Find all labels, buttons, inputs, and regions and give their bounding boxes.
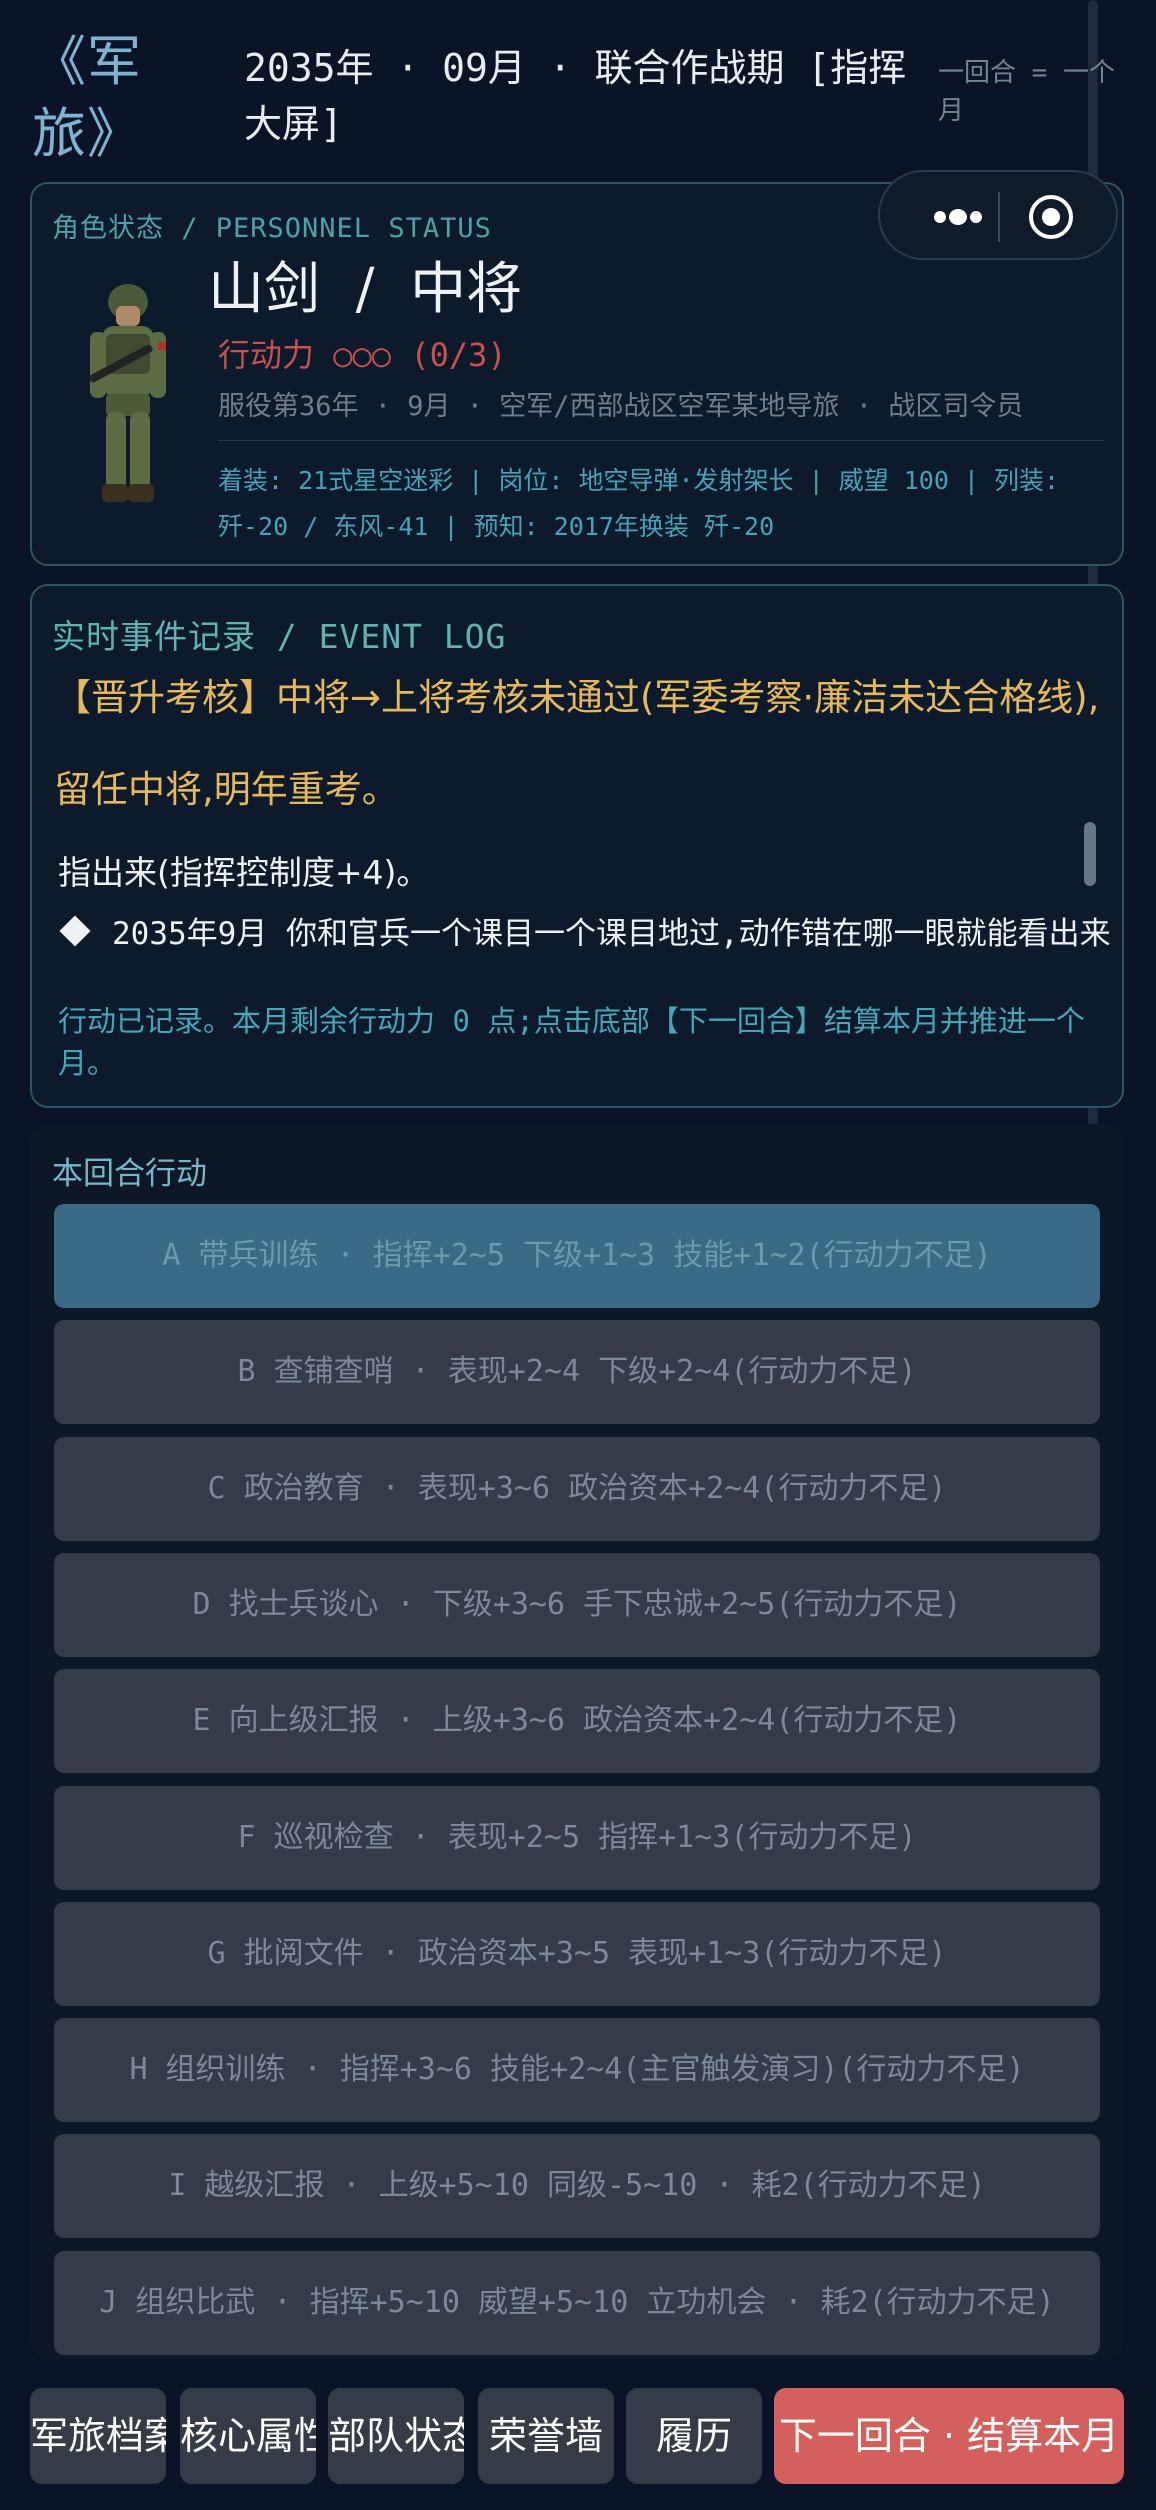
action-points: 行动力 ○○○ (0/3): [218, 336, 507, 374]
tab-core-attributes[interactable]: 核心属性: [180, 2388, 316, 2484]
equipment-info: 着装: 21式星空迷彩 | 岗位: 地空导弹·发射架长 | 威望 100 | 列…: [218, 466, 1060, 541]
action-button[interactable]: H 组织训练 · 指挥+3~6 技能+2~4(主官触发演习)(行动力不足): [54, 2018, 1100, 2123]
player-name-rank: 山剑 / 中将: [208, 257, 523, 322]
action-button[interactable]: B 查铺查哨 · 表现+2~4 下级+2~4(行动力不足): [54, 1320, 1100, 1425]
miniprogram-capsule: [878, 170, 1118, 260]
diamond-bullet-icon: [59, 915, 91, 947]
actions-section-label: 本回合行动: [52, 1156, 207, 1192]
action-button[interactable]: A 带兵训练 · 指挥+2~5 下级+1~3 技能+1~2(行动力不足): [54, 1204, 1100, 1308]
app-title: 《军旅》: [32, 30, 142, 165]
action-button[interactable]: J 组织比武 · 指挥+5~10 威望+5~10 立功机会 · 耗2(行动力不足…: [54, 2250, 1100, 2355]
capsule-separator: [998, 192, 1000, 242]
action-button[interactable]: E 向上级汇报 · 上级+3~6 政治资本+2~4(行动力不足): [54, 1669, 1100, 1774]
status-section-label: 角色状态 / PERSONNEL STATUS: [52, 213, 492, 244]
action-button[interactable]: D 找士兵谈心 · 下级+3~6 手下忠诚+2~5(行动力不足): [54, 1552, 1100, 1657]
tab-archive[interactable]: 军旅档案: [30, 2388, 166, 2484]
event-log-scrollbar[interactable]: [1084, 822, 1096, 886]
service-info: 服役第36年 · 9月 · 空军/西部战区空军某地导旅 · 战区司令员: [218, 391, 1024, 422]
action-button[interactable]: C 政治教育 · 表现+3~6 政治资本+2~4(行动力不足): [54, 1436, 1100, 1541]
date-line: 2035年 · 09月 · 联合作战期 [指挥大屏]: [244, 46, 907, 146]
more-dots-icon[interactable]: [918, 172, 998, 262]
turn-note: 一回合 = 一个月: [938, 58, 1115, 126]
action-button[interactable]: I 越级汇报 · 上级+5~10 同级-5~10 · 耗2(行动力不足): [54, 2134, 1100, 2239]
action-button[interactable]: F 巡视检查 · 表现+2~5 指挥+1~3(行动力不足): [54, 1785, 1100, 1890]
status-divider: [218, 440, 1104, 441]
action-button[interactable]: G 批阅文件 · 政治资本+3~5 表现+1~3(行动力不足): [54, 1901, 1100, 2006]
event-section-label: 实时事件记录 / EVENT LOG: [52, 617, 507, 656]
soldier-avatar: [89, 284, 166, 502]
event-line-text: 2035年9月 你和官兵一个课目一个课目地过,动作错在哪一眼就能看出来: [112, 916, 1111, 952]
event-line: 指出来(指挥控制度+4)。: [58, 853, 430, 892]
tab-unit-status[interactable]: 部队状态: [328, 2388, 464, 2484]
tab-honor-wall[interactable]: 荣誉墙: [478, 2388, 614, 2484]
event-main-text: 【晋升考核】中将→上将考核未通过(军委考察·廉洁未达合格线),留任中将,明年重考…: [54, 676, 1100, 811]
next-turn-button[interactable]: 下一回合 · 结算本月: [774, 2388, 1124, 2484]
event-line: 2035年9月 你和官兵一个课目一个课目地过,动作错在哪一眼就能看出来: [58, 908, 1118, 953]
target-close-icon[interactable]: [1026, 192, 1076, 242]
event-note: 行动已记录。本月剩余行动力 0 点;点击底部【下一回合】结算本月并推进一个月。: [58, 1004, 1085, 1080]
tab-resume[interactable]: 履历: [626, 2388, 762, 2484]
event-log-card: 实时事件记录 / EVENT LOG 【晋升考核】中将→上将考核未通过(军委考察…: [30, 584, 1124, 1108]
